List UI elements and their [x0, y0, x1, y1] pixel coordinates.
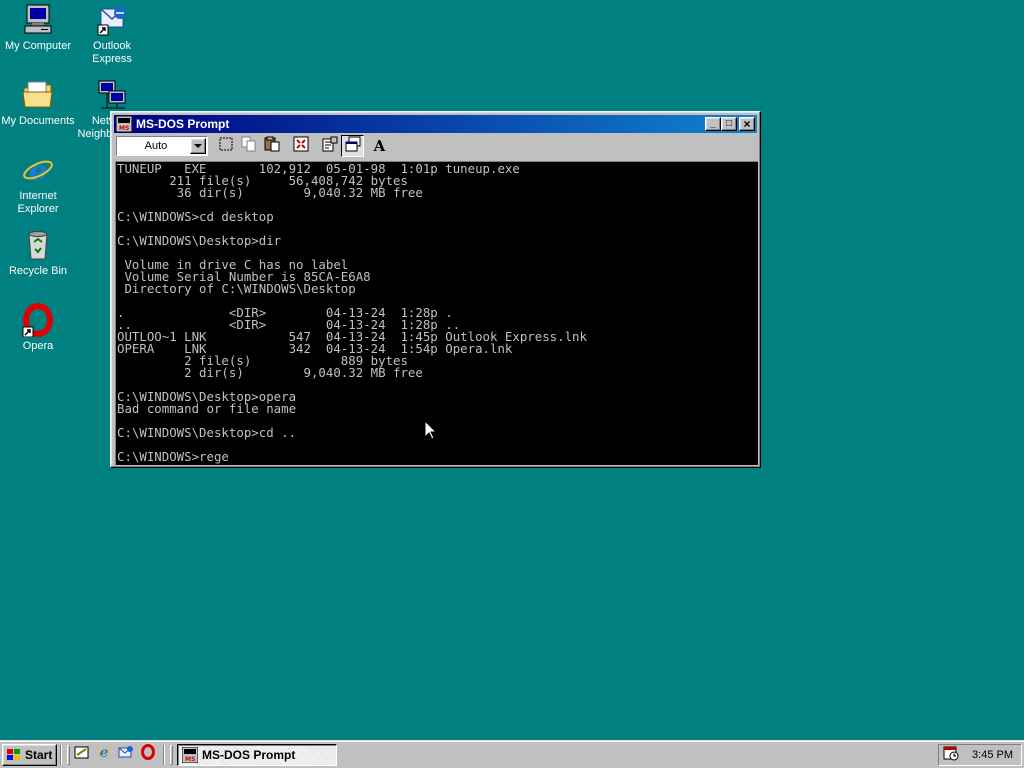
network-icon	[95, 78, 129, 112]
task-label: MS-DOS Prompt	[202, 747, 296, 762]
quick-launch-opera[interactable]	[138, 744, 158, 765]
console-line: 2 dir(s) 9,040.32 MB free	[117, 365, 423, 380]
system-tray: 3:45 PM	[938, 743, 1022, 766]
full-screen-button[interactable]	[289, 135, 312, 157]
console-line: 36 dir(s) 9,040.32 MB free	[117, 185, 423, 200]
tasks-grip[interactable]	[170, 744, 173, 765]
folder-icon	[21, 78, 55, 112]
window-title: MS-DOS Prompt	[136, 117, 230, 131]
ms-dos-window[interactable]: MS MS-DOS Prompt _ □ × Auto A TUNEUP EXE…	[110, 111, 761, 468]
svg-text:MS: MS	[119, 125, 129, 132]
outlook-express-icon	[118, 744, 134, 765]
taskbar-separator	[60, 744, 62, 765]
console-output[interactable]: TUNEUP EXE 102,912 05-01-98 1:01p tuneup…	[115, 161, 758, 465]
svg-text:e: e	[29, 154, 47, 187]
desktop-icon-outlook-express[interactable]: Outlook Express	[74, 3, 150, 66]
desktop-icon-opera[interactable]: Opera	[0, 303, 76, 353]
opera-icon	[140, 744, 156, 765]
quick-launch-internet-explorer[interactable]: e	[94, 745, 114, 765]
mark-button[interactable]	[214, 135, 237, 157]
desktop-icon-label: Internet Explorer	[17, 190, 59, 215]
background-button[interactable]	[341, 135, 364, 157]
minimize-icon: _	[710, 118, 716, 129]
mark-icon	[218, 136, 234, 157]
internet-explorer-icon: e	[21, 153, 55, 187]
font-size-select[interactable]: Auto	[116, 136, 208, 156]
desktop-icon-my-computer[interactable]: My Computer	[0, 3, 76, 53]
properties-icon	[322, 136, 338, 157]
console-line: C:\WINDOWS>cd desktop	[117, 209, 274, 224]
desktop[interactable]: My Computer Outlook Express My Documents	[0, 0, 1024, 740]
desktop-icon-label: Outlook Express	[92, 40, 132, 65]
window-titlebar[interactable]: MS MS-DOS Prompt _ □ ×	[114, 115, 757, 133]
desktop-icon-label: Opera	[22, 340, 54, 352]
ms-dos-icon: MS	[181, 746, 199, 763]
quick-launch-grip[interactable]	[67, 744, 70, 765]
font-button[interactable]: A	[368, 135, 391, 157]
svg-text:MS: MS	[185, 756, 195, 763]
paste-button[interactable]	[260, 135, 283, 157]
internet-explorer-icon: e	[96, 744, 112, 765]
ms-dos-icon: MS	[115, 115, 133, 133]
start-label: Start	[25, 747, 53, 762]
windows-logo-icon	[6, 748, 22, 762]
desktop-icon-label: My Computer	[4, 40, 72, 52]
copy-button[interactable]	[237, 135, 260, 157]
computer-icon	[21, 3, 55, 37]
show-desktop-icon	[74, 744, 90, 765]
clock[interactable]: 3:45 PM	[972, 749, 1013, 761]
recycle-bin-icon	[21, 228, 55, 262]
console-text: TUNEUP EXE 102,912 05-01-98 1:01p tuneup…	[116, 162, 758, 463]
console-line: Directory of C:\WINDOWS\Desktop	[117, 281, 356, 296]
console-line: C:\WINDOWS>rege	[117, 449, 229, 464]
desktop-icon-internet-explorer[interactable]: e Internet Explorer	[0, 153, 76, 216]
chevron-down-icon[interactable]	[190, 138, 206, 154]
quick-launch-show-desktop[interactable]	[72, 745, 92, 765]
paste-icon	[264, 136, 280, 157]
minimize-button[interactable]: _	[705, 117, 721, 131]
desktop-icon-label: Recycle Bin	[8, 265, 68, 277]
window-toolbar: Auto A	[114, 133, 757, 159]
full-screen-icon	[293, 136, 309, 157]
copy-icon	[241, 136, 257, 157]
taskbar-separator	[163, 744, 165, 765]
properties-button[interactable]	[318, 135, 341, 157]
taskbar-task-ms-dos-prompt[interactable]: MS MS-DOS Prompt	[177, 743, 337, 766]
mouse-cursor-icon	[424, 419, 438, 440]
font-icon: A	[373, 137, 386, 155]
svg-text:e: e	[100, 745, 109, 760]
close-icon: ×	[743, 117, 751, 131]
console-line: Bad command or file name	[117, 401, 297, 416]
opera-icon	[21, 303, 55, 338]
console-line: C:\WINDOWS\Desktop>dir	[117, 233, 282, 248]
desktop-icon-label: My Documents	[1, 115, 75, 127]
background-icon	[345, 136, 361, 157]
close-button[interactable]: ×	[739, 117, 755, 131]
outlook-express-icon	[95, 3, 129, 37]
console-line: C:\WINDOWS\Desktop>cd ..	[117, 425, 297, 440]
start-button[interactable]: Start	[2, 743, 57, 766]
desktop-icon-recycle-bin[interactable]: Recycle Bin	[0, 228, 76, 278]
desktop-icon-my-documents[interactable]: My Documents	[0, 78, 76, 128]
scheduler-icon[interactable]	[943, 745, 959, 764]
taskbar: Start e MS MS-DOS Prompt 3:45 PM	[0, 740, 1024, 768]
maximize-icon: □	[725, 118, 733, 129]
maximize-button[interactable]: □	[721, 117, 737, 131]
quick-launch-outlook-express[interactable]	[116, 745, 136, 765]
